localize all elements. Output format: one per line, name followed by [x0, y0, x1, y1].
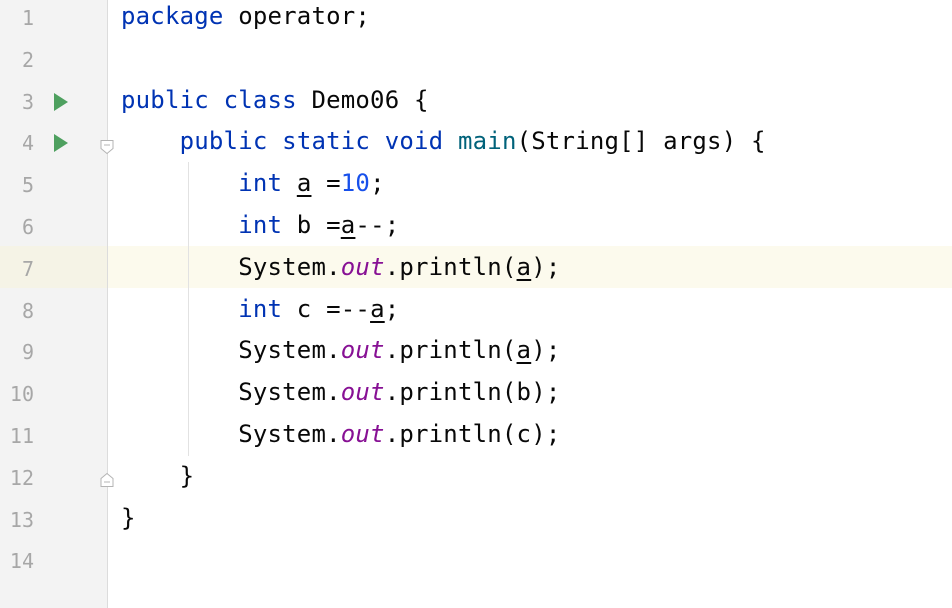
static-field-token: out [340, 420, 385, 448]
code-line[interactable]: 14 [0, 543, 952, 585]
keyword-token: package [121, 2, 224, 30]
code-line[interactable]: 11 System.out.println(c); [0, 418, 952, 460]
code-text[interactable]: } [121, 502, 136, 544]
code-line[interactable]: 1 package operator; [0, 0, 952, 42]
keyword-token: int [238, 169, 283, 198]
line-number[interactable]: 6 [0, 209, 34, 251]
code-line[interactable]: 2 [0, 42, 952, 84]
keyword-token: public [179, 127, 268, 156]
line-number[interactable]: 13 [0, 502, 34, 544]
code-token: .println( [384, 252, 517, 281]
code-token: System. [121, 252, 341, 281]
code-text[interactable]: public class Demo06 { [121, 84, 429, 126]
line-number[interactable]: 10 [0, 376, 34, 418]
variable-token: a [296, 169, 312, 198]
keyword-token: public [121, 85, 209, 114]
code-line[interactable]: 9 System.out.println(a); [0, 334, 952, 376]
variable-token: a [340, 211, 356, 239]
code-line[interactable]: 13} [0, 502, 952, 544]
line-number[interactable]: 4 [0, 125, 34, 167]
code-token: (String[] args) { [516, 127, 766, 156]
code-token: ); [531, 252, 561, 281]
code-token: ; [370, 169, 385, 198]
keyword-token: int [238, 211, 283, 239]
code-token: b = [282, 211, 341, 239]
code-line[interactable]: 5 int a =10; [0, 167, 952, 209]
code-text[interactable]: } [121, 460, 194, 502]
line-number[interactable]: 12 [0, 460, 34, 502]
code-editor[interactable]: 1 package operator; 2 3 public class Demo06 … [0, 0, 952, 608]
static-field-token: out [340, 378, 385, 407]
code-token: operator; [223, 2, 371, 30]
line-number[interactable]: 2 [0, 42, 34, 84]
code-token: .println(c); [384, 420, 561, 448]
code-line[interactable]: 7 System.out.println(a); [0, 251, 952, 293]
code-token: } [121, 503, 136, 532]
line-number[interactable]: 7 [0, 251, 34, 293]
run-icon[interactable] [54, 92, 68, 111]
code-line[interactable]: 12 } [0, 460, 952, 502]
static-field-token: out [340, 252, 385, 281]
code-line[interactable]: 6 int b =a--; [0, 209, 952, 251]
code-text[interactable]: System.out.println(a); [121, 334, 561, 376]
variable-token: a [516, 336, 532, 365]
code-token: } [121, 461, 195, 490]
code-text[interactable]: package operator; [121, 0, 370, 42]
code-token: .println( [384, 336, 517, 365]
run-icon[interactable] [54, 134, 68, 153]
method-token: main [458, 127, 517, 156]
code-line[interactable]: 4 public static void main(String[] args)… [0, 125, 952, 167]
line-number[interactable]: 1 [0, 0, 34, 42]
code-token: c =-- [282, 294, 371, 323]
code-line[interactable]: 8 int c =--a; [0, 293, 952, 335]
line-number[interactable]: 14 [0, 543, 34, 585]
code-text[interactable]: System.out.println(a); [121, 251, 561, 293]
line-number[interactable]: 8 [0, 293, 34, 335]
fold-open-icon[interactable] [99, 139, 115, 155]
line-number[interactable]: 9 [0, 334, 34, 376]
number-token: 10 [340, 169, 371, 198]
keyword-token: class [223, 85, 297, 114]
code-token: .println(b); [384, 378, 561, 407]
code-text[interactable]: int b =a--; [121, 209, 399, 251]
code-text[interactable]: int a =10; [121, 167, 385, 209]
code-text[interactable]: System.out.println(b); [121, 376, 561, 418]
code-token: System. [121, 336, 341, 365]
variable-token: a [516, 252, 532, 281]
code-token: ); [531, 336, 561, 365]
code-token: System. [121, 378, 341, 407]
code-token: System. [121, 420, 341, 448]
line-number[interactable]: 3 [0, 84, 34, 126]
code-text[interactable]: System.out.println(c); [121, 418, 561, 460]
line-number[interactable]: 11 [0, 418, 34, 460]
code-line[interactable]: 3 public class Demo06 { [0, 84, 952, 126]
code-token: Demo06 { [296, 85, 429, 114]
fold-close-icon[interactable] [99, 472, 115, 488]
variable-token: a [370, 294, 385, 323]
code-token: ; [384, 294, 400, 323]
code-token: = [311, 169, 341, 198]
keyword-token: int [238, 294, 283, 323]
code-text[interactable]: int c =--a; [121, 293, 399, 335]
code-line[interactable]: 10 System.out.println(b); [0, 376, 952, 418]
code-text[interactable]: public static void main(String[] args) { [121, 125, 766, 167]
code-token: --; [355, 211, 400, 239]
keyword-token: static [282, 127, 371, 156]
static-field-token: out [340, 336, 385, 365]
line-number[interactable]: 5 [0, 167, 34, 209]
keyword-token: void [384, 127, 444, 156]
